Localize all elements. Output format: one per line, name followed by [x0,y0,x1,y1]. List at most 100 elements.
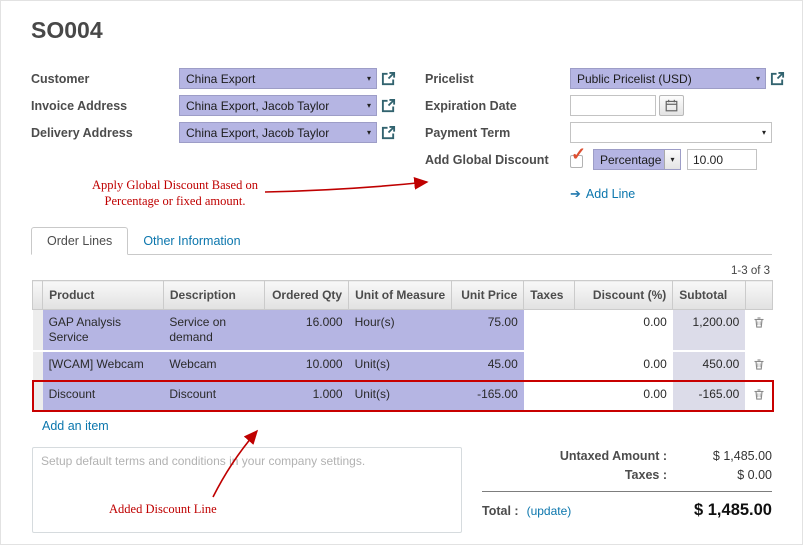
taxes-value: $ 0.00 [667,468,772,482]
delete-row-button[interactable] [745,310,772,352]
unit-price-cell[interactable]: 45.00 [451,351,523,381]
taxes-cell[interactable] [524,351,574,381]
terms-textarea[interactable]: Setup default terms and conditions in yo… [32,447,462,533]
pager: 1-3 of 3 [1,265,770,277]
field-invoice-address: Invoice Address China Export, Jacob Tayl… [31,95,425,116]
global-discount-checkbox[interactable]: ✓ [570,152,586,168]
pricelist-select[interactable]: Public Pricelist (USD) ▾ [570,68,766,89]
drag-handle[interactable] [33,310,43,352]
notebook-tabs: Order Lines Other Information [31,227,772,255]
trash-icon [753,388,765,401]
description-cell[interactable]: Discount [163,381,264,411]
totals-divider [482,491,772,492]
external-link-icon[interactable] [381,125,396,140]
col-ordered-qty[interactable]: Ordered Qty [264,281,349,310]
total-label: Total : [482,504,519,518]
page-title: SO004 [31,17,802,44]
trash-icon [753,358,765,371]
product-cell[interactable]: [WCAM] Webcam [43,351,164,381]
payment-term-select[interactable]: ▾ [570,122,772,143]
subtotal-cell: -165.00 [673,381,745,411]
product-cell[interactable]: Discount [43,381,164,411]
col-actions [745,281,772,310]
field-payment-term: Payment Term ▾ [425,122,795,143]
update-total-link[interactable]: (update) [527,504,572,518]
external-link-icon[interactable] [770,71,785,86]
taxes-cell[interactable] [524,381,574,411]
delete-row-button[interactable] [745,351,772,381]
customer-select[interactable]: China Export ▾ [179,68,377,89]
tab-order-lines[interactable]: Order Lines [31,227,128,255]
taxes-cell[interactable] [524,310,574,352]
table-header-row: Product Description Ordered Qty Unit of … [33,281,773,310]
discount-amount-input[interactable] [687,149,757,170]
description-cell[interactable]: Webcam [163,351,264,381]
col-product[interactable]: Product [43,281,164,310]
invoice-address-label: Invoice Address [31,99,179,113]
col-unit-price[interactable]: Unit Price [451,281,523,310]
unit-price-cell[interactable]: -165.00 [451,381,523,411]
tab-other-information[interactable]: Other Information [128,228,255,254]
drag-handle[interactable] [33,351,43,381]
uom-cell[interactable]: Hour(s) [349,310,452,352]
col-discount[interactable]: Discount (%) [574,281,673,310]
field-pricelist: Pricelist Public Pricelist (USD) ▾ [425,68,795,89]
total-row: Total : (update) $ 1,485.00 [482,501,772,520]
trash-icon [753,316,765,329]
add-an-item-link[interactable]: Add an item [42,419,109,433]
uom-cell[interactable]: Unit(s) [349,381,452,411]
col-unit-of-measure[interactable]: Unit of Measure [349,281,452,310]
discount-cell[interactable]: 0.00 [574,310,673,352]
customer-label: Customer [31,72,179,86]
calendar-button[interactable] [659,95,684,116]
table-row[interactable]: [WCAM] Webcam Webcam 10.000 Unit(s) 45.0… [33,351,773,381]
expiration-date-input[interactable] [570,95,656,116]
chevron-down-icon: ▾ [664,150,680,169]
field-customer: Customer China Export ▾ [31,68,425,89]
col-taxes[interactable]: Taxes [524,281,574,310]
pricelist-label: Pricelist [425,72,570,86]
table-row-discount-line[interactable]: Discount Discount 1.000 Unit(s) -165.00 … [33,381,773,411]
qty-cell[interactable]: 16.000 [264,310,349,352]
add-line-link[interactable]: ➔ Add Line [570,186,635,202]
invoice-address-select[interactable]: China Export, Jacob Taylor ▾ [179,95,377,116]
product-cell[interactable]: GAP Analysis Service [43,310,164,352]
chevron-down-icon: ▾ [367,129,371,137]
discount-cell[interactable]: 0.00 [574,351,673,381]
chevron-down-icon: ▾ [756,75,760,83]
qty-cell[interactable]: 10.000 [264,351,349,381]
discount-type-select[interactable]: Percentage ▾ [593,149,681,170]
delivery-address-label: Delivery Address [31,126,179,140]
col-description[interactable]: Description [163,281,264,310]
col-subtotal[interactable]: Subtotal [673,281,745,310]
table-row[interactable]: GAP Analysis Service Service on demand 1… [33,310,773,352]
calendar-icon [665,99,678,112]
untaxed-amount-label: Untaxed Amount : [482,449,667,463]
qty-cell[interactable]: 1.000 [264,381,349,411]
drag-handle[interactable] [33,381,43,411]
total-value: $ 1,485.00 [571,501,772,520]
external-link-icon[interactable] [381,98,396,113]
delivery-address-value: China Export, Jacob Taylor [186,126,329,140]
pricelist-value: Public Pricelist (USD) [577,72,692,86]
delete-row-button[interactable] [745,381,772,411]
subtotal-cell: 1,200.00 [673,310,745,352]
sale-order-form: SO004 Customer China Export ▾ Invoice Ad… [0,0,803,545]
expiration-date-label: Expiration Date [425,99,570,113]
customer-value: China Export [186,72,255,86]
chevron-down-icon: ▾ [762,129,766,137]
checkmark-icon: ✓ [571,145,586,163]
unit-price-cell[interactable]: 75.00 [451,310,523,352]
chevron-down-icon: ▾ [367,102,371,110]
invoice-address-value: China Export, Jacob Taylor [186,99,329,113]
totals-panel: Untaxed Amount : $ 1,485.00 Taxes : $ 0.… [482,447,772,533]
description-cell[interactable]: Service on demand [163,310,264,352]
discount-cell[interactable]: 0.00 [574,381,673,411]
uom-cell[interactable]: Unit(s) [349,351,452,381]
add-line-label: Add Line [586,187,635,201]
subtotal-cell: 450.00 [673,351,745,381]
delivery-address-select[interactable]: China Export, Jacob Taylor ▾ [179,122,377,143]
external-link-icon[interactable] [381,71,396,86]
handle-column-header [33,281,43,310]
arrow-right-icon: ➔ [570,186,581,202]
